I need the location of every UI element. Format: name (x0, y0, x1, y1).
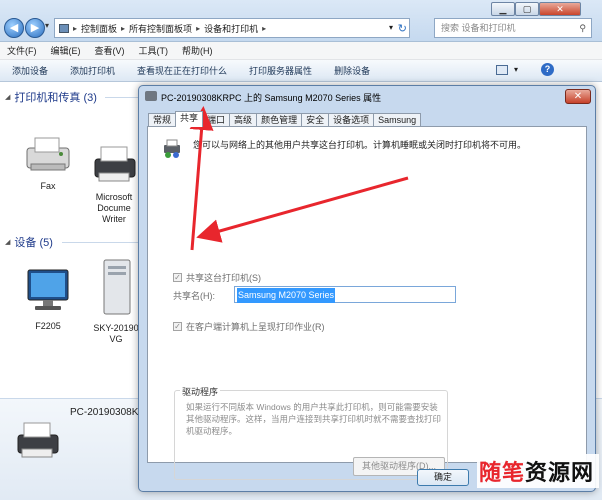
explorer-titlebar: ▁ ▢ ✕ ◀ ▶ ▾ ▸ 控制面板 ▸ 所有控制面板项 ▸ 设备和打印机 ▸ … (0, 0, 602, 42)
print-server-properties-button[interactable]: 打印服务器属性 (249, 64, 312, 77)
computer-icon (103, 259, 131, 315)
collapse-triangle-icon[interactable]: ◢ (5, 93, 10, 101)
chevron-right-icon: ▸ (121, 23, 126, 33)
share-name-input[interactable]: Samsung M2070 Series (234, 286, 456, 303)
breadcrumb-2[interactable]: 设备和打印机 (204, 22, 258, 35)
selected-device-name: PC-20190308KR (70, 407, 146, 418)
render-on-client-checkbox[interactable]: ✓ 在客户端计算机上呈现打印作业(R) (173, 320, 325, 333)
tab-sharing[interactable]: 共享 (175, 111, 204, 127)
group-devices[interactable]: ◢ 设备 (5) (5, 234, 53, 250)
help-icon[interactable]: ? (541, 63, 554, 76)
share-name-value: Samsung M2070 Series (237, 288, 336, 303)
add-device-button[interactable]: 添加设备 (12, 64, 48, 77)
view-options-icon[interactable] (496, 65, 508, 75)
view-dropdown-icon[interactable]: ▾ (514, 65, 518, 74)
tab-ports[interactable]: 端口 (202, 113, 231, 127)
menu-edit[interactable]: 编辑(E) (51, 44, 81, 57)
chevron-right-icon: ▸ (262, 23, 267, 33)
tab-samsung[interactable]: Samsung (373, 113, 422, 127)
dialog-close-button[interactable]: ✕ (565, 89, 591, 104)
menu-bar: 文件(F) 编辑(E) 查看(V) 工具(T) 帮助(H) (0, 42, 602, 60)
fax-icon (26, 137, 70, 171)
device-label: SKY-20190 VG (93, 323, 139, 344)
add-printer-button[interactable]: 添加打印机 (70, 64, 115, 77)
sharing-tab-panel: 您可以与网络上的其他用户共享这台打印机。计算机睡眠或关闭时打印机将不可用。 ✓ … (147, 126, 587, 480)
close-button[interactable]: ✕ (539, 2, 581, 16)
menu-view[interactable]: 查看(V) (95, 44, 125, 57)
selected-printer-icon (17, 422, 59, 458)
monitor-icon (27, 269, 69, 310)
printer-icon (94, 146, 136, 182)
watermark-part-a: 随笔 (479, 460, 526, 485)
chevron-right-icon: ▸ (73, 23, 78, 33)
breadcrumb-0[interactable]: 控制面板 (81, 22, 117, 35)
search-placeholder: 搜索 设备和打印机 (441, 23, 516, 33)
menu-file[interactable]: 文件(F) (7, 44, 37, 57)
tab-device-settings[interactable]: 设备选项 (328, 113, 375, 127)
drivers-description: 如果运行不同版本 Windows 的用户共享此打印机，则可能需要安装其他驱动程序… (186, 402, 442, 436)
menu-help[interactable]: 帮助(H) (182, 44, 213, 57)
forward-button[interactable]: ▶ (25, 18, 45, 38)
watermark-logo: 随笔资源网 (479, 455, 594, 487)
shared-printer-icon (164, 139, 180, 158)
maximize-button[interactable]: ▢ (515, 2, 539, 16)
tab-strip: 常规 共享 端口 高级 颜色管理 安全 设备选项 Samsung (148, 111, 422, 127)
device-label: Fax (40, 181, 56, 191)
refresh-icon[interactable]: ↻ (398, 22, 407, 35)
checkbox-checked-icon[interactable]: ✓ (173, 322, 182, 331)
group-divider (62, 242, 140, 243)
group-printers-title: 打印机和传真 (3) (14, 92, 97, 104)
tab-color-management[interactable]: 颜色管理 (256, 113, 303, 127)
see-whats-printing-button[interactable]: 查看现在正在打印什么 (137, 64, 227, 77)
breadcrumb-1[interactable]: 所有控制面板项 (129, 22, 192, 35)
printer-icon (145, 91, 157, 101)
printer-properties-dialog: PC-20190308KRPC 上的 Samsung M2070 Series … (138, 85, 596, 492)
device-label: Microsoft Docume Writer (95, 192, 133, 224)
device-fax[interactable]: Fax (12, 134, 84, 192)
control-panel-icon (59, 23, 69, 33)
render-on-client-label: 在客户端计算机上呈现打印作业(R) (186, 322, 325, 332)
share-printer-checkbox[interactable]: ✓ 共享这台打印机(S) (173, 271, 261, 284)
history-dropdown-icon[interactable]: ▾ (45, 21, 49, 30)
device-ms-document-writer[interactable]: Microsoft Docume Writer (88, 130, 140, 236)
minimize-button[interactable]: ▁ (491, 2, 515, 16)
tab-security[interactable]: 安全 (301, 113, 330, 127)
drivers-group-title: 驱动程序 (180, 385, 221, 398)
back-button[interactable]: ◀ (4, 18, 24, 38)
ok-button[interactable]: 确定 (417, 469, 469, 486)
share-printer-label: 共享这台打印机(S) (186, 273, 261, 283)
search-input[interactable]: 搜索 设备和打印机 ⚲ (434, 18, 592, 38)
sharing-description: 您可以与网络上的其他用户共享这台打印机。计算机睡眠或关闭时打印机将不可用。 (193, 140, 527, 150)
collapse-triangle-icon[interactable]: ◢ (5, 238, 10, 246)
command-bar: 添加设备 添加打印机 查看现在正在打印什么 打印服务器属性 删除设备 (0, 60, 602, 82)
tab-general[interactable]: 常规 (148, 113, 177, 127)
menu-tools[interactable]: 工具(T) (139, 44, 169, 57)
search-icon[interactable]: ⚲ (579, 19, 586, 37)
chevron-right-icon: ▸ (196, 23, 201, 33)
device-sky-computer[interactable]: SKY-20190 VG (92, 258, 140, 345)
address-dropdown-icon[interactable]: ▾ (389, 23, 393, 32)
group-printers[interactable]: ◢ 打印机和传真 (3) (5, 89, 97, 105)
device-label: F2205 (35, 321, 61, 331)
dialog-title: PC-20190308KRPC 上的 Samsung M2070 Series … (161, 93, 382, 103)
tab-advanced[interactable]: 高级 (229, 113, 258, 127)
share-name-label: 共享名(H): (173, 291, 215, 301)
checkbox-checked-icon[interactable]: ✓ (173, 273, 182, 282)
remove-device-button[interactable]: 删除设备 (334, 64, 370, 77)
device-f2205[interactable]: F2205 (12, 266, 84, 332)
address-bar[interactable]: ▸ 控制面板 ▸ 所有控制面板项 ▸ 设备和打印机 ▸ ▾ ↻ (54, 18, 410, 38)
group-devices-title: 设备 (5) (14, 237, 53, 249)
group-divider (105, 97, 141, 98)
watermark-part-b: 资源网 (525, 460, 595, 485)
